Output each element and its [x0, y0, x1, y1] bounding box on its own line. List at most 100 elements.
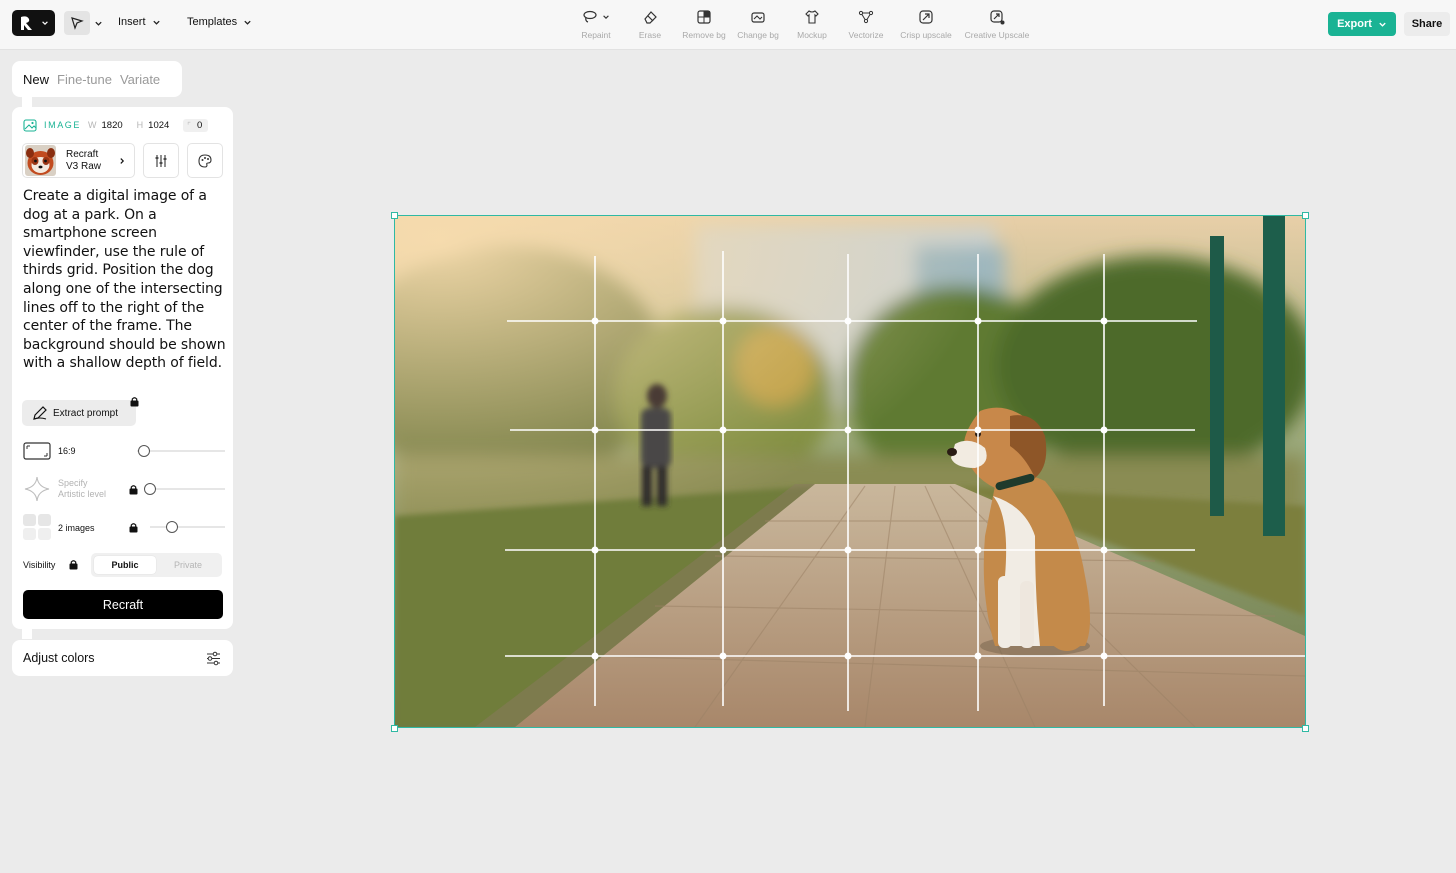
seed-field[interactable]: ⌜ 0 — [183, 118, 209, 132]
creative-upscale-label: Creative Upscale — [964, 30, 1030, 40]
height-value[interactable]: 1024 — [148, 120, 169, 131]
adjust-colors-label: Adjust colors — [23, 651, 95, 665]
image-settings-row: IMAGE W 1820 H 1024 ⌜ 0 — [23, 118, 209, 132]
export-label: Export — [1337, 18, 1372, 30]
extract-prompt-button[interactable]: Extract prompt — [22, 400, 136, 426]
lock-icon — [129, 485, 138, 495]
pen-icon — [33, 406, 47, 420]
lock-icon — [69, 560, 78, 570]
panel-connector — [22, 629, 32, 639]
artistic-level-setting: Specify Artistic level — [22, 475, 225, 503]
resize-handle-bottom-right[interactable] — [1302, 725, 1309, 732]
visibility-public-option[interactable]: Public — [94, 556, 156, 574]
erase-tool[interactable]: Erase — [622, 6, 678, 46]
templates-menu[interactable]: Templates — [187, 16, 252, 28]
style-palette-button[interactable] — [187, 143, 223, 178]
visibility-toggle: Public Private — [91, 553, 222, 577]
change-bg-tool[interactable]: Change bg — [730, 6, 786, 46]
remove-bg-icon — [697, 10, 711, 24]
top-toolbar: Insert Templates Repaint Erase Remove bg… — [0, 0, 1456, 50]
repaint-label: Repaint — [581, 30, 611, 40]
export-button[interactable]: Export — [1328, 12, 1396, 36]
change-bg-icon — [751, 12, 765, 23]
chevron-right-icon — [120, 157, 125, 164]
lock-icon — [129, 523, 138, 533]
change-bg-label: Change bg — [737, 30, 779, 40]
aspect-ratio-label: 16:9 — [58, 446, 76, 456]
adjust-sliders-icon — [207, 651, 220, 666]
insert-menu[interactable]: Insert — [118, 16, 161, 28]
sliders-icon — [155, 154, 167, 167]
creative-upscale-icon — [990, 10, 1005, 25]
visibility-setting: Visibility Public Private — [23, 553, 223, 577]
width-value[interactable]: 1820 — [102, 120, 123, 131]
aspect-ratio-icon[interactable] — [22, 437, 52, 465]
artistic-label-line1: Specify — [58, 478, 88, 488]
model-selector[interactable]: Recraft V3 Raw — [22, 143, 135, 178]
vectorize-tool[interactable]: Vectorize — [838, 6, 894, 46]
repaint-tool[interactable]: Repaint — [570, 6, 622, 46]
app-menu-button[interactable] — [12, 10, 55, 36]
cursor-icon — [71, 17, 84, 30]
tab-fine-tune[interactable]: Fine-tune — [57, 72, 112, 87]
visibility-private-option[interactable]: Private — [157, 556, 219, 574]
image-tools: Repaint Erase Remove bg Change bg Mockup… — [570, 6, 1036, 46]
image-count-label: 2 images — [58, 523, 95, 533]
resize-handle-top-left[interactable] — [391, 212, 398, 219]
remove-bg-tool[interactable]: Remove bg — [678, 6, 730, 46]
lock-icon — [130, 397, 139, 407]
panel-connector — [22, 97, 32, 107]
insert-menu-label: Insert — [118, 16, 146, 28]
aspect-ratio-knob[interactable] — [138, 445, 150, 457]
palette-icon — [198, 153, 212, 168]
image-icon — [23, 118, 37, 132]
recraft-logo-icon — [21, 16, 32, 30]
remove-bg-label: Remove bg — [682, 30, 726, 40]
creative-upscale-tool[interactable]: Creative Upscale — [958, 6, 1036, 46]
settings-sliders-button[interactable] — [143, 143, 179, 178]
tab-variate[interactable]: Variate — [120, 72, 160, 87]
chevron-down-icon — [152, 20, 160, 25]
aspect-ratio-setting: 16:9 — [22, 437, 225, 465]
chevron-down-icon — [244, 20, 251, 25]
artistic-level-knob[interactable] — [144, 483, 156, 495]
model-name: Recraft — [66, 148, 99, 160]
share-label: Share — [1411, 18, 1443, 30]
chevron-down-icon — [1379, 22, 1386, 27]
generation-panel: IMAGE W 1820 H 1024 ⌜ 0 Recraft V3 Raw C… — [12, 107, 233, 629]
lasso-icon — [583, 10, 597, 23]
aspect-ratio-track[interactable] — [137, 450, 225, 452]
crisp-upscale-tool[interactable]: Crisp upscale — [894, 6, 958, 46]
chevron-down-icon — [42, 21, 48, 26]
vector-icon — [858, 10, 874, 24]
image-count-knob[interactable] — [166, 521, 178, 533]
sparkle-icon[interactable] — [22, 475, 52, 503]
canvas-image[interactable] — [394, 215, 1306, 728]
image-count-track[interactable] — [150, 526, 225, 528]
mockup-label: Mockup — [797, 30, 827, 40]
seed-icon: ⌜ — [187, 120, 192, 130]
image-type-label[interactable]: IMAGE — [44, 120, 81, 130]
chevron-down-icon — [95, 21, 102, 26]
images-count-icon[interactable] — [22, 513, 52, 541]
artistic-label-line2: Artistic level — [58, 489, 107, 499]
height-label: H — [136, 120, 144, 130]
model-version: V3 Raw — [66, 160, 102, 172]
extract-prompt-label: Extract prompt — [53, 407, 119, 419]
share-button[interactable]: Share — [1404, 12, 1450, 36]
mockup-tool[interactable]: Mockup — [786, 6, 838, 46]
adjust-colors-section[interactable]: Adjust colors — [12, 640, 233, 676]
select-tool-button[interactable] — [64, 11, 104, 35]
crisp-upscale-icon — [919, 10, 933, 24]
shirt-icon — [805, 10, 819, 24]
prompt-input[interactable]: Create a digital image of a dog at a par… — [23, 187, 228, 373]
recraft-generate-button[interactable]: Recraft — [23, 590, 223, 619]
artistic-level-track[interactable] — [147, 488, 225, 490]
seed-value: 0 — [197, 119, 203, 131]
eraser-icon — [644, 11, 657, 24]
width-label: W — [88, 120, 97, 130]
tab-new[interactable]: New — [23, 72, 49, 87]
vectorize-label: Vectorize — [848, 30, 884, 40]
resize-handle-bottom-left[interactable] — [391, 725, 398, 732]
resize-handle-top-right[interactable] — [1302, 212, 1309, 219]
